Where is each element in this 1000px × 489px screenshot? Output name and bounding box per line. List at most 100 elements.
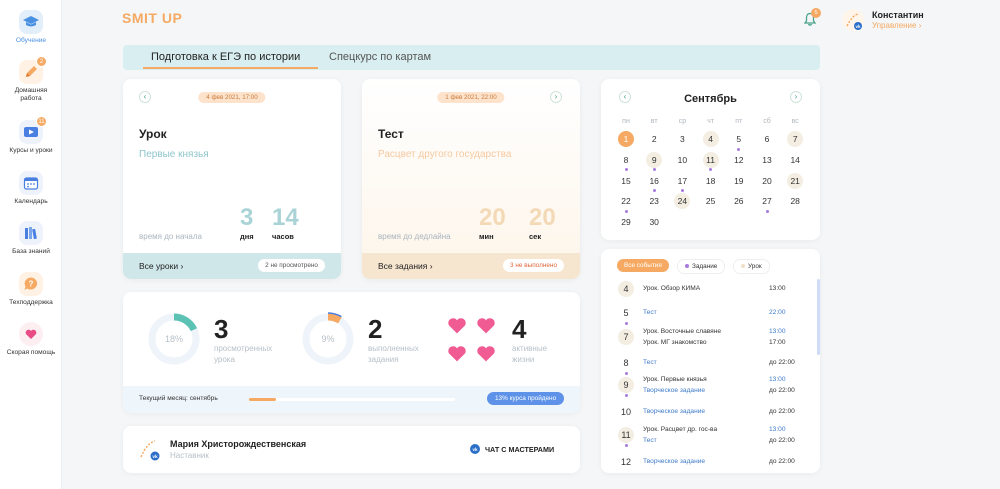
logo: SMIT UP — [122, 10, 183, 26]
avatar[interactable]: vk — [842, 9, 864, 31]
calendar-day[interactable]: 23 — [646, 193, 662, 209]
filter-tasks[interactable]: Задание — [677, 259, 726, 274]
event-title[interactable]: Тест — [643, 308, 657, 318]
event-title[interactable]: Творческое задание — [643, 407, 705, 417]
calendar-day[interactable]: 26 — [731, 193, 747, 209]
sidebar-item-homework[interactable]: 2 Домашняя работа — [0, 56, 62, 103]
masters-chat-button[interactable]: vk ЧАТ С МАСТЕРАМИ — [470, 444, 554, 454]
mentor-role: Наставник — [170, 451, 209, 460]
calendar-day[interactable]: 25 — [703, 193, 719, 209]
prev-lesson-button[interactable]: ‹ — [139, 91, 151, 103]
next-lesson-card: ‹ 4 фев 2021, 17:00 Урок Первые князья в… — [123, 79, 341, 279]
mentor-card: vk Мария Христорождественская Наставник … — [123, 426, 580, 473]
calendar-day[interactable]: 12 — [731, 152, 747, 168]
lesson-card-footer: Все уроки › 2 не просмотрено — [123, 253, 341, 279]
next-month-button[interactable]: › — [790, 91, 802, 103]
question-bubble-icon: ? — [19, 272, 43, 296]
filter-lessons[interactable]: Урок — [733, 259, 770, 274]
chevron-right-icon: › — [180, 261, 184, 271]
event-title[interactable]: Творческое задание — [643, 457, 705, 467]
calendar-day[interactable]: 24 — [674, 193, 691, 210]
filter-all-events[interactable]: Все события — [617, 259, 669, 272]
sidebar-item-calendar[interactable]: Календарь — [0, 171, 62, 206]
calendar-day[interactable]: 2 — [646, 131, 662, 147]
course-progress-fill — [249, 398, 276, 401]
label-line: активные — [512, 344, 548, 353]
event-title[interactable]: Урок. МГ знакомство — [643, 338, 707, 348]
calendar-day[interactable]: 6 — [759, 131, 775, 147]
event-title[interactable]: Творческое задание — [643, 386, 705, 396]
sidebar-item-knowledge-base[interactable]: База знаний — [0, 221, 62, 256]
test-minutes-value: 20 — [479, 204, 506, 231]
task-dot — [624, 168, 628, 172]
header: SMIT UP 5 vk Константин Управление › — [62, 0, 1000, 40]
task-dot — [624, 371, 628, 375]
calendar-day[interactable]: 8 — [618, 152, 634, 168]
lesson-countdown-note: время до начала — [139, 232, 202, 241]
next-test-button[interactable]: › — [550, 91, 562, 103]
sidebar: Обучение 2 Домашняя работа 11 Курсы и ур… — [0, 0, 62, 489]
filter-tasks-label: Задание — [692, 263, 718, 270]
calendar-day[interactable]: 17 — [674, 173, 690, 189]
event-title[interactable]: Тест — [643, 358, 657, 368]
sidebar-item-learning[interactable]: Обучение — [0, 10, 62, 45]
sidebar-item-label: Курсы и уроки — [9, 147, 53, 154]
event-title[interactable]: Урок. Восточные славяне — [643, 327, 721, 337]
event-time: до 22:00 — [769, 408, 795, 415]
event-time: 13:00 — [769, 426, 786, 433]
calendar-day[interactable]: 21 — [787, 172, 804, 189]
event-title[interactable]: Урок. Расцвет др. гос-ва — [643, 425, 717, 435]
sidebar-item-support[interactable]: ? Техподдержка — [0, 272, 62, 307]
calendar-day[interactable]: 28 — [787, 193, 803, 209]
calendar-day[interactable]: 1 — [618, 131, 634, 147]
calendar-day[interactable]: 30 — [646, 214, 662, 230]
tab-ege-history[interactable]: Подготовка к ЕГЭ по истории — [151, 51, 300, 63]
all-lessons-link[interactable]: Все уроки › — [139, 261, 183, 271]
calendar-day[interactable]: 27 — [759, 193, 775, 209]
task-dot — [624, 393, 628, 397]
test-type: Тест — [378, 127, 404, 141]
calendar-day[interactable]: 10 — [674, 152, 690, 168]
course-progress-strip: Текущий месяц: сентябрь 13% курса пройде… — [123, 386, 580, 413]
calendar-day[interactable]: 13 — [759, 152, 775, 168]
lesson-days-unit: дня — [240, 232, 254, 241]
user-role-link[interactable]: Управление › — [872, 21, 921, 30]
calendar-day[interactable]: 9 — [646, 151, 663, 168]
calendar-day[interactable]: 22 — [618, 193, 634, 209]
task-dot — [737, 147, 741, 151]
calendar-day[interactable]: 7 — [787, 131, 804, 147]
event-title[interactable]: Урок. Первые князья — [643, 375, 707, 385]
event-time: до 22:00 — [769, 436, 795, 444]
calendar-day[interactable]: 11 — [702, 151, 719, 168]
event-day: 10 — [620, 407, 631, 417]
sidebar-item-label: Календарь — [14, 198, 48, 205]
notification-badge: 5 — [811, 8, 821, 18]
event-title[interactable]: Тест — [643, 436, 657, 446]
user-role-label: Управление — [872, 21, 917, 30]
calendar-day[interactable]: 19 — [731, 173, 747, 189]
calendar-day[interactable]: 20 — [759, 173, 775, 189]
all-tasks-link[interactable]: Все задания › — [378, 261, 433, 271]
calendar-day[interactable]: 14 — [787, 152, 803, 168]
sidebar-item-courses[interactable]: 11 Курсы и уроки — [0, 116, 62, 155]
filter-lessons-label: Урок — [748, 263, 762, 270]
event-title[interactable]: Урок. Обзор КИМА — [643, 284, 700, 294]
mentor-name: Мария Христорождественская — [170, 439, 307, 449]
events-scrollbar[interactable] — [817, 279, 820, 355]
heart-icon — [448, 318, 466, 334]
calendar-day[interactable]: 18 — [703, 173, 719, 189]
calendar-day[interactable]: 3 — [674, 131, 690, 147]
books-icon — [19, 221, 43, 245]
tasks-percent: 9% — [321, 334, 335, 344]
active-tab-underline — [143, 67, 318, 69]
task-dot — [624, 209, 628, 213]
viewed-lessons-label: просмотренных урока — [214, 344, 272, 366]
calendar-day[interactable]: 4 — [702, 131, 719, 147]
calendar-day[interactable]: 29 — [618, 214, 634, 230]
calendar-day[interactable]: 15 — [618, 173, 634, 189]
tab-maps-course[interactable]: Спецкурс по картам — [329, 51, 431, 63]
calendar-day[interactable]: 5 — [731, 131, 747, 147]
sidebar-item-emergency[interactable]: Скорая помощь — [0, 322, 62, 357]
svg-text:vk: vk — [152, 454, 158, 460]
calendar-day[interactable]: 16 — [646, 173, 662, 189]
